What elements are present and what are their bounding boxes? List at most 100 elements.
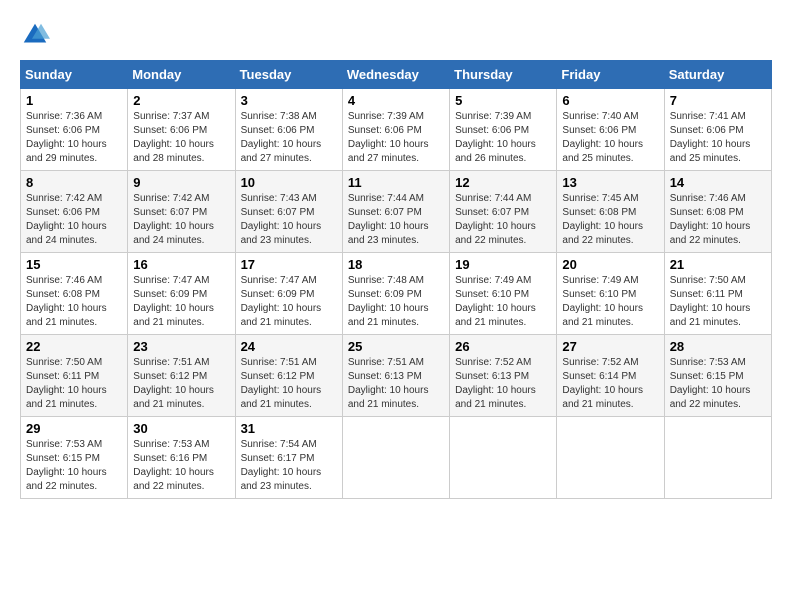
- day-number: 23: [133, 339, 229, 354]
- day-info: Sunrise: 7:53 AM Sunset: 6:15 PM Dayligh…: [670, 356, 766, 412]
- day-cell: 21 Sunrise: 7:50 AM Sunset: 6:11 PM Dayli…: [664, 253, 771, 335]
- day-number: 2: [133, 93, 229, 108]
- week-row-2: 8 Sunrise: 7:42 AM Sunset: 6:06 PM Daylig…: [21, 171, 772, 253]
- day-number: 3: [241, 93, 337, 108]
- day-cell: 26 Sunrise: 7:52 AM Sunset: 6:13 PM Dayli…: [450, 335, 557, 417]
- day-number: 10: [241, 175, 337, 190]
- day-number: 12: [455, 175, 551, 190]
- day-info: Sunrise: 7:49 AM Sunset: 6:10 PM Dayligh…: [562, 274, 658, 330]
- day-number: 22: [26, 339, 122, 354]
- header-cell-sunday: Sunday: [21, 61, 128, 89]
- day-info: Sunrise: 7:50 AM Sunset: 6:11 PM Dayligh…: [670, 274, 766, 330]
- day-info: Sunrise: 7:41 AM Sunset: 6:06 PM Dayligh…: [670, 110, 766, 166]
- day-info: Sunrise: 7:42 AM Sunset: 6:06 PM Dayligh…: [26, 192, 122, 248]
- day-number: 1: [26, 93, 122, 108]
- day-number: 17: [241, 257, 337, 272]
- day-cell: 9 Sunrise: 7:42 AM Sunset: 6:07 PM Daylig…: [128, 171, 235, 253]
- day-info: Sunrise: 7:53 AM Sunset: 6:15 PM Dayligh…: [26, 438, 122, 494]
- day-cell: 30Sunrise: 7:53 AM Sunset: 6:16 PM Dayli…: [128, 417, 235, 499]
- header-cell-friday: Friday: [557, 61, 664, 89]
- week-row-1: 1 Sunrise: 7:36 AM Sunset: 6:06 PM Daylig…: [21, 89, 772, 171]
- day-info: Sunrise: 7:36 AM Sunset: 6:06 PM Dayligh…: [26, 110, 122, 166]
- day-info: Sunrise: 7:52 AM Sunset: 6:14 PM Dayligh…: [562, 356, 658, 412]
- day-cell: 12 Sunrise: 7:44 AM Sunset: 6:07 PM Dayli…: [450, 171, 557, 253]
- day-number: 6: [562, 93, 658, 108]
- day-cell: 15Sunrise: 7:46 AM Sunset: 6:08 PM Dayli…: [21, 253, 128, 335]
- day-number: 15: [26, 257, 122, 272]
- day-info: Sunrise: 7:49 AM Sunset: 6:10 PM Dayligh…: [455, 274, 551, 330]
- day-number: 9: [133, 175, 229, 190]
- day-info: Sunrise: 7:52 AM Sunset: 6:13 PM Dayligh…: [455, 356, 551, 412]
- day-cell: [664, 417, 771, 499]
- day-cell: 16 Sunrise: 7:47 AM Sunset: 6:09 PM Dayli…: [128, 253, 235, 335]
- day-cell: 3 Sunrise: 7:38 AM Sunset: 6:06 PM Daylig…: [235, 89, 342, 171]
- day-info: Sunrise: 7:40 AM Sunset: 6:06 PM Dayligh…: [562, 110, 658, 166]
- day-number: 14: [670, 175, 766, 190]
- day-number: 5: [455, 93, 551, 108]
- day-number: 19: [455, 257, 551, 272]
- header-cell-tuesday: Tuesday: [235, 61, 342, 89]
- day-number: 27: [562, 339, 658, 354]
- day-number: 30: [133, 421, 229, 436]
- day-cell: 4 Sunrise: 7:39 AM Sunset: 6:06 PM Daylig…: [342, 89, 449, 171]
- day-info: Sunrise: 7:54 AM Sunset: 6:17 PM Dayligh…: [241, 438, 337, 494]
- day-info: Sunrise: 7:51 AM Sunset: 6:12 PM Dayligh…: [241, 356, 337, 412]
- day-number: 11: [348, 175, 444, 190]
- day-info: Sunrise: 7:51 AM Sunset: 6:13 PM Dayligh…: [348, 356, 444, 412]
- header-cell-saturday: Saturday: [664, 61, 771, 89]
- day-info: Sunrise: 7:48 AM Sunset: 6:09 PM Dayligh…: [348, 274, 444, 330]
- header-row: SundayMondayTuesdayWednesdayThursdayFrid…: [21, 61, 772, 89]
- day-info: Sunrise: 7:37 AM Sunset: 6:06 PM Dayligh…: [133, 110, 229, 166]
- day-cell: 29Sunrise: 7:53 AM Sunset: 6:15 PM Dayli…: [21, 417, 128, 499]
- day-cell: 10 Sunrise: 7:43 AM Sunset: 6:07 PM Dayli…: [235, 171, 342, 253]
- day-cell: 18 Sunrise: 7:48 AM Sunset: 6:09 PM Dayli…: [342, 253, 449, 335]
- day-cell: 6 Sunrise: 7:40 AM Sunset: 6:06 PM Daylig…: [557, 89, 664, 171]
- day-cell: 23 Sunrise: 7:51 AM Sunset: 6:12 PM Dayli…: [128, 335, 235, 417]
- header-cell-wednesday: Wednesday: [342, 61, 449, 89]
- week-row-5: 29Sunrise: 7:53 AM Sunset: 6:15 PM Dayli…: [21, 417, 772, 499]
- day-info: Sunrise: 7:42 AM Sunset: 6:07 PM Dayligh…: [133, 192, 229, 248]
- logo: [20, 20, 54, 50]
- day-info: Sunrise: 7:47 AM Sunset: 6:09 PM Dayligh…: [241, 274, 337, 330]
- day-cell: [450, 417, 557, 499]
- day-info: Sunrise: 7:43 AM Sunset: 6:07 PM Dayligh…: [241, 192, 337, 248]
- day-number: 8: [26, 175, 122, 190]
- logo-icon: [20, 20, 50, 50]
- day-cell: 24 Sunrise: 7:51 AM Sunset: 6:12 PM Dayli…: [235, 335, 342, 417]
- header-cell-monday: Monday: [128, 61, 235, 89]
- day-number: 31: [241, 421, 337, 436]
- day-cell: 1 Sunrise: 7:36 AM Sunset: 6:06 PM Daylig…: [21, 89, 128, 171]
- day-cell: 8 Sunrise: 7:42 AM Sunset: 6:06 PM Daylig…: [21, 171, 128, 253]
- header: [20, 20, 772, 50]
- day-info: Sunrise: 7:51 AM Sunset: 6:12 PM Dayligh…: [133, 356, 229, 412]
- day-info: Sunrise: 7:39 AM Sunset: 6:06 PM Dayligh…: [455, 110, 551, 166]
- day-cell: 22Sunrise: 7:50 AM Sunset: 6:11 PM Dayli…: [21, 335, 128, 417]
- day-info: Sunrise: 7:45 AM Sunset: 6:08 PM Dayligh…: [562, 192, 658, 248]
- day-cell: 20Sunrise: 7:49 AM Sunset: 6:10 PM Dayli…: [557, 253, 664, 335]
- calendar-table: SundayMondayTuesdayWednesdayThursdayFrid…: [20, 60, 772, 499]
- day-cell: 19 Sunrise: 7:49 AM Sunset: 6:10 PM Dayli…: [450, 253, 557, 335]
- day-number: 24: [241, 339, 337, 354]
- day-cell: 27 Sunrise: 7:52 AM Sunset: 6:14 PM Dayli…: [557, 335, 664, 417]
- day-cell: 7Sunrise: 7:41 AM Sunset: 6:06 PM Daylig…: [664, 89, 771, 171]
- day-number: 28: [670, 339, 766, 354]
- day-info: Sunrise: 7:44 AM Sunset: 6:07 PM Dayligh…: [348, 192, 444, 248]
- day-number: 4: [348, 93, 444, 108]
- day-number: 25: [348, 339, 444, 354]
- week-row-3: 15Sunrise: 7:46 AM Sunset: 6:08 PM Dayli…: [21, 253, 772, 335]
- day-cell: 25 Sunrise: 7:51 AM Sunset: 6:13 PM Dayli…: [342, 335, 449, 417]
- header-cell-thursday: Thursday: [450, 61, 557, 89]
- day-info: Sunrise: 7:47 AM Sunset: 6:09 PM Dayligh…: [133, 274, 229, 330]
- day-info: Sunrise: 7:44 AM Sunset: 6:07 PM Dayligh…: [455, 192, 551, 248]
- day-cell: 5 Sunrise: 7:39 AM Sunset: 6:06 PM Daylig…: [450, 89, 557, 171]
- day-cell: 28 Sunrise: 7:53 AM Sunset: 6:15 PM Dayli…: [664, 335, 771, 417]
- day-info: Sunrise: 7:38 AM Sunset: 6:06 PM Dayligh…: [241, 110, 337, 166]
- day-number: 18: [348, 257, 444, 272]
- day-cell: 13Sunrise: 7:45 AM Sunset: 6:08 PM Dayli…: [557, 171, 664, 253]
- day-number: 21: [670, 257, 766, 272]
- day-number: 16: [133, 257, 229, 272]
- day-cell: 2 Sunrise: 7:37 AM Sunset: 6:06 PM Daylig…: [128, 89, 235, 171]
- day-info: Sunrise: 7:39 AM Sunset: 6:06 PM Dayligh…: [348, 110, 444, 166]
- day-cell: [557, 417, 664, 499]
- day-number: 26: [455, 339, 551, 354]
